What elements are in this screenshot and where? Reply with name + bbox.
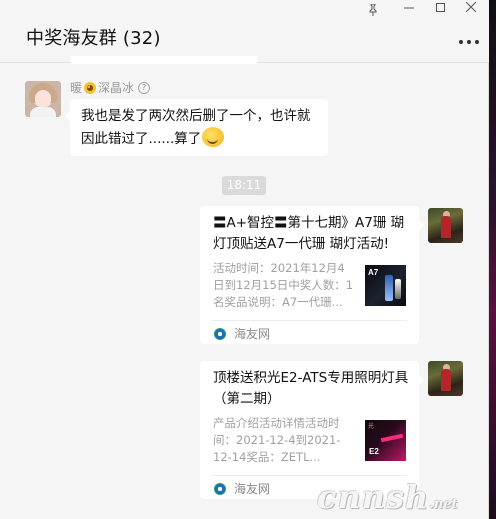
sender-name: 暖 ◕ 深晶冰 ? [70, 79, 151, 96]
site-watermark: cnnsh.net [317, 478, 458, 516]
sender-name-suffix: 深晶冰 [98, 81, 135, 95]
sweat-smile-emoji-icon [202, 127, 225, 147]
sender-name-prefix: 暖 [70, 81, 83, 95]
chat-title: 中奖海友群 (32) [26, 28, 161, 49]
source-logo-icon [214, 327, 226, 340]
link-card-description: 产品介绍活动详情活动时间：2021-12-4到2021-12-14奖品：ZETL… [213, 416, 341, 464]
member-badge-icon: ? [138, 81, 151, 94]
close-icon[interactable] [465, 1, 477, 14]
link-card-source-name: 海友网 [234, 482, 271, 496]
thumbnail-label-bottom: E2 [369, 447, 379, 456]
previous-message-bubble [70, 56, 258, 64]
message-bubble[interactable]: 我也是发了两次然后删了一个，也许就因此错过了......算了 [65, 99, 328, 156]
background-window-edge [489, 0, 496, 519]
thumbnail-label: A7 [368, 268, 379, 277]
minimize-icon[interactable] [404, 2, 414, 15]
sender-avatar[interactable] [25, 81, 61, 117]
my-avatar[interactable] [428, 361, 463, 396]
more-horizontal-icon[interactable] [459, 40, 479, 44]
message-text: 我也是发了两次然后删了一个，也许就因此错过了......算了 [81, 108, 311, 147]
link-card-source-name: 海友网 [234, 327, 271, 341]
chat-window: 中奖海友群 (32) 暖 ◕ 深晶冰 ? 我也是发了两次然后删了一个，也许就因此… [0, 0, 489, 519]
time-divider: 18:11 [222, 176, 266, 195]
link-card-thumbnail: 光 E2 [365, 420, 406, 461]
card-divider [212, 320, 407, 321]
card-divider [212, 475, 407, 476]
watermark-small: .net [429, 497, 458, 512]
thumbnail-label-top: 光 [368, 424, 375, 430]
my-avatar[interactable] [428, 208, 463, 243]
link-card-source: 海友网 [214, 325, 270, 342]
pin-icon[interactable] [368, 3, 378, 19]
link-card-description: 活动时间：2021年12月4日到12月15日中奖人数：1名奖品说明：A7一代珊.… [213, 261, 354, 309]
link-card-thumbnail: A7 [365, 265, 406, 306]
chat-header: 中奖海友群 (32) [0, 0, 489, 63]
link-card-title: 顶楼送积光E2-ATS专用照明灯具（第二期） [213, 370, 409, 407]
maximize-icon[interactable] [436, 3, 445, 12]
link-card-title: 〓A+智控〓第十七期》A7珊 瑚灯顶贴送A7一代珊 瑚灯活动! [213, 215, 405, 252]
watermark-main: cnnsh [317, 478, 430, 516]
link-card[interactable]: 〓A+智控〓第十七期》A7珊 瑚灯顶贴送A7一代珊 瑚灯活动! 活动时间：202… [200, 206, 424, 344]
source-logo-icon [214, 482, 226, 495]
link-card-source: 海友网 [214, 480, 270, 497]
cat-emoji-icon: ◕ [84, 81, 97, 94]
